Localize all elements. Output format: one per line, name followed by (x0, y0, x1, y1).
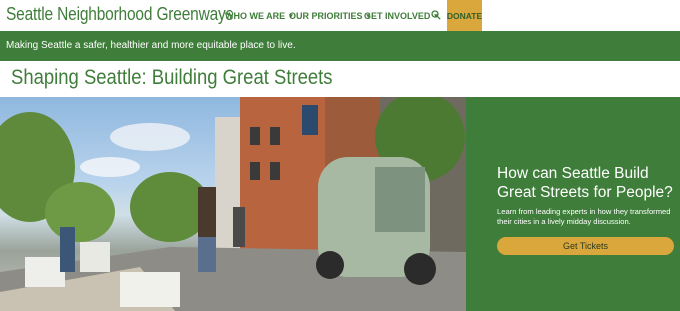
hero-image (0, 97, 466, 311)
nav-get-involved[interactable]: GET INVOLVED ▾ (364, 11, 438, 21)
get-tickets-button[interactable]: Get Tickets (497, 237, 674, 255)
promo-heading: How can Seattle Build Great Streets for … (497, 165, 673, 201)
nav-who-we-are[interactable]: WHO WE ARE ▾ (225, 11, 293, 21)
event-promo-panel: How can Seattle Build Great Streets for … (466, 97, 680, 311)
street-scene-illustration (0, 97, 466, 311)
nav-label: WHO WE ARE (225, 10, 286, 21)
nav-label: OUR PRIORITIES (289, 10, 363, 21)
page-title: Shaping Seattle: Building Great Streets (11, 66, 333, 89)
site-title[interactable]: Seattle Neighborhood Greenways (6, 4, 233, 25)
search-icon[interactable] (431, 10, 441, 20)
donate-button[interactable]: DONATE (447, 0, 482, 31)
site-header: Seattle Neighborhood Greenways WHO WE AR… (0, 0, 680, 31)
nav-our-priorities[interactable]: OUR PRIORITIES ▾ (289, 11, 370, 21)
promo-description: Learn from leading experts in how they t… (497, 207, 671, 226)
tagline-bar: Making Seattle a safer, healthier and mo… (0, 31, 680, 61)
nav-label: GET INVOLVED (364, 10, 431, 21)
